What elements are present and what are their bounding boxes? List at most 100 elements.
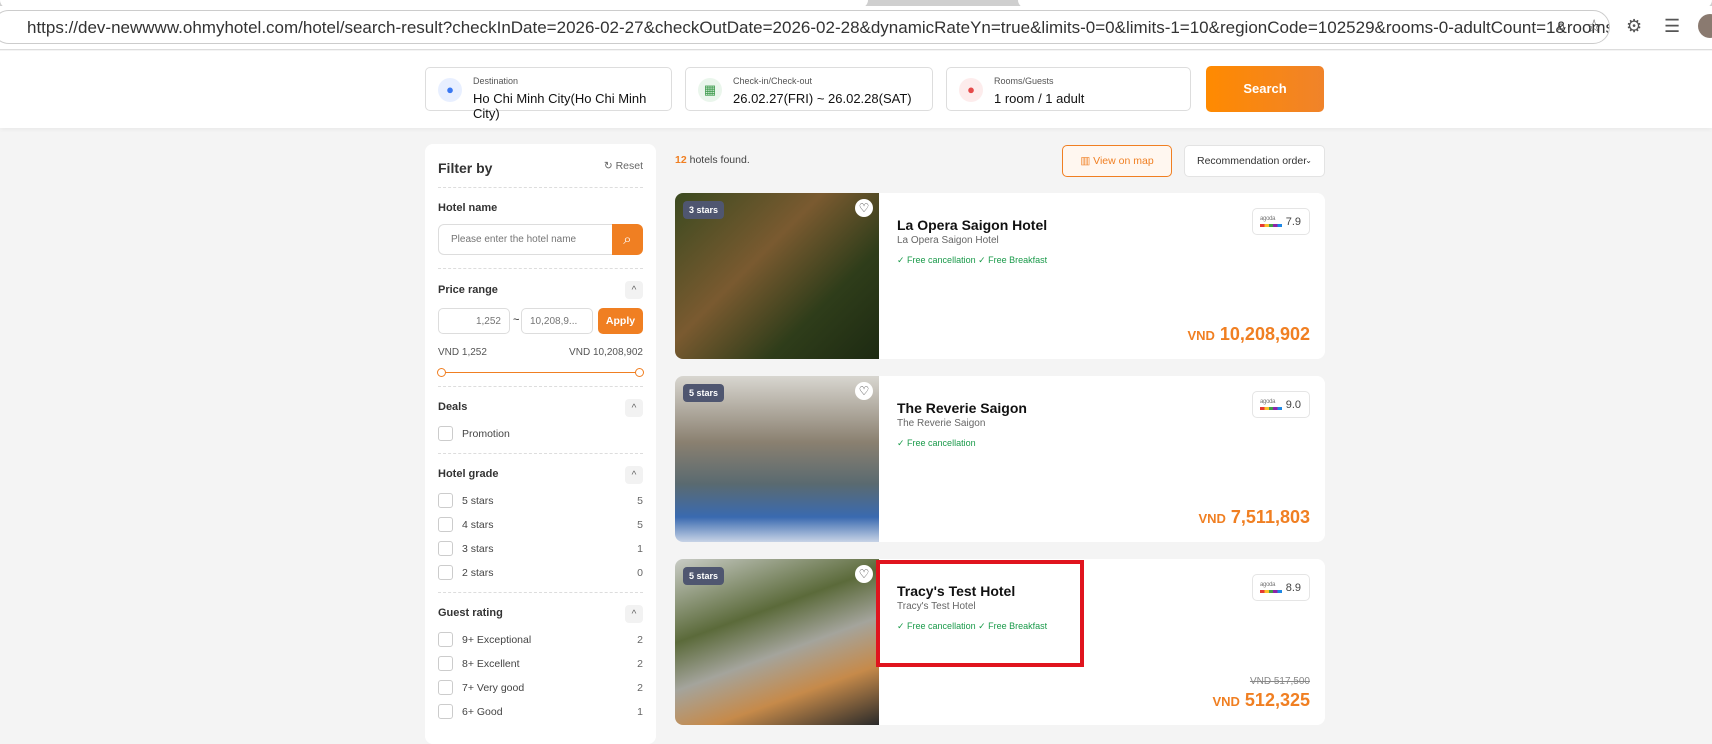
search-button[interactable]: Search [1206, 66, 1324, 112]
address-bar[interactable]: https://dev-newwww.ohmyhotel.com/hotel/s… [0, 10, 1610, 44]
collapse-deals-button[interactable]: ^ [625, 399, 643, 417]
star-badge: 3 stars [683, 201, 725, 219]
favorites-icon[interactable]: ☰ [1664, 16, 1680, 37]
grade-label: 3 stars [462, 543, 494, 555]
promotion-checkbox[interactable] [438, 426, 453, 441]
location-pin-icon: ● [438, 78, 462, 102]
guest-rating-label: Guest rating [438, 607, 503, 619]
rating-label: 9+ Exceptional [462, 634, 532, 646]
rooms-guests-field[interactable]: ● Rooms/Guests 1 room / 1 adult [946, 67, 1191, 111]
grade-checkbox[interactable] [438, 565, 453, 580]
price-currency: VND [1187, 328, 1215, 343]
dates-label: Check-in/Check-out [733, 76, 813, 86]
favorite-heart-icon[interactable]: ♡ [855, 199, 873, 217]
hotel-search-button[interactable]: ⌕ [612, 224, 643, 255]
destination-value: Ho Chi Minh City(Ho Chi Minh City) [473, 91, 647, 121]
rating-score: 8.9 [1285, 582, 1301, 594]
zoom-icon[interactable]: ⌕ [1556, 16, 1566, 37]
grade-checkbox[interactable] [438, 517, 453, 532]
price-amount: 512,325 [1244, 690, 1310, 710]
reset-button[interactable]: ↻ Reset [604, 160, 643, 172]
grade-checkbox[interactable] [438, 493, 453, 508]
star-badge: 5 stars [683, 384, 725, 402]
grade-checkbox[interactable] [438, 541, 453, 556]
hotel-price: VND 10,208,902 [1187, 324, 1310, 345]
price-slider-min-handle[interactable] [437, 368, 446, 377]
grade-count: 1 [637, 543, 643, 555]
collapse-rating-button[interactable]: ^ [625, 605, 643, 623]
hotel-card[interactable]: 3 stars ♡ La Opera Saigon Hotel La Opera… [675, 193, 1325, 359]
rating-checkbox[interactable] [438, 704, 453, 719]
results-count-suffix: hotels found. [686, 154, 750, 166]
grade-count: 5 [637, 519, 643, 531]
rating-label: 7+ Very good [462, 682, 525, 694]
chevron-up-icon: ^ [631, 403, 637, 414]
hotel-card[interactable]: 5 stars ♡ The Reverie Saigon The Reverie… [675, 376, 1325, 542]
grade-count: 0 [637, 567, 643, 579]
collapse-price-button[interactable]: ^ [625, 281, 643, 299]
price-amount: 7,511,803 [1230, 507, 1310, 527]
browser-toolbar: https://dev-newwww.ohmyhotel.com/hotel/s… [0, 6, 1712, 50]
price-slider-track [442, 372, 639, 373]
profile-avatar[interactable] [1698, 14, 1712, 38]
hotel-price: VND 7,511,803 [1198, 507, 1310, 528]
person-icon: ● [959, 78, 983, 102]
price-separator: ~ [513, 314, 520, 326]
destination-field[interactable]: ● Destination Ho Chi Minh City(Ho Chi Mi… [425, 67, 672, 121]
hotel-grade-label: Hotel grade [438, 468, 499, 480]
hotel-features: ✓ Free cancellation [897, 438, 976, 448]
bookmark-star-icon[interactable]: ☆ [1586, 16, 1602, 37]
rating-label: 6+ Good [462, 706, 503, 718]
chevron-up-icon: ^ [631, 285, 637, 296]
hotel-subname: The Reverie Saigon [897, 418, 986, 429]
search-icon: ⌕ [623, 231, 632, 248]
chevron-up-icon: ^ [631, 470, 637, 481]
hotel-name-label: Hotel name [438, 202, 498, 214]
highlight-box [876, 560, 1084, 667]
hotel-features: ✓ Free cancellation ✓ Free Breakfast [897, 255, 1048, 265]
rating-count: 2 [637, 658, 643, 670]
favorite-heart-icon[interactable]: ♡ [855, 382, 873, 400]
grade-label: 5 stars [462, 495, 494, 507]
sort-dropdown[interactable]: Recommendation order ⌄ [1184, 145, 1325, 177]
favorite-heart-icon[interactable]: ♡ [855, 565, 873, 583]
destination-label: Destination [473, 76, 519, 86]
refresh-icon: ↻ [603, 160, 616, 172]
rating-checkbox[interactable] [438, 680, 453, 695]
price-min-input[interactable] [438, 308, 510, 334]
rating-box: agoda 8.9 [1252, 574, 1310, 601]
chevron-up-icon: ^ [631, 609, 637, 620]
rating-label: 8+ Excellent [462, 658, 520, 670]
dates-field[interactable]: ▦ Check-in/Check-out 26.02.27(FRI) ~ 26.… [685, 67, 933, 111]
star-badge: 5 stars [683, 567, 725, 585]
sort-label: Recommendation order [1197, 155, 1307, 167]
price-amount: 10,208,902 [1219, 324, 1310, 344]
price-range-label: Price range [438, 284, 498, 296]
hotel-name[interactable]: La Opera Saigon Hotel [897, 217, 1047, 233]
hotel-name-input[interactable] [438, 224, 613, 255]
price-min-text: VND 1,252 [438, 347, 487, 358]
filter-title: Filter by [438, 160, 493, 176]
rooms-label: Rooms/Guests [994, 76, 1054, 86]
rating-checkbox[interactable] [438, 656, 453, 671]
price-max-input[interactable] [521, 308, 593, 334]
view-on-map-button[interactable]: ▥ View on map [1062, 145, 1172, 177]
agoda-logo: agoda [1260, 399, 1276, 405]
chevron-down-icon: ⌄ [1305, 156, 1312, 165]
grade-count: 5 [637, 495, 643, 507]
rating-checkbox[interactable] [438, 632, 453, 647]
calendar-icon: ▦ [698, 78, 722, 102]
deals-label: Deals [438, 401, 468, 413]
original-price: VND 517,500 [1249, 676, 1310, 687]
hotel-name[interactable]: The Reverie Saigon [897, 400, 1027, 416]
rating-score: 9.0 [1285, 399, 1301, 411]
rating-count: 1 [637, 706, 643, 718]
filter-panel: Filter by ↻ Reset Hotel name ⌕ Price ran… [425, 144, 656, 744]
extensions-icon[interactable]: ⚙ [1626, 16, 1642, 37]
price-slider-max-handle[interactable] [635, 368, 644, 377]
grade-label: 4 stars [462, 519, 494, 531]
apply-price-button[interactable]: Apply [598, 308, 643, 334]
grade-label: 2 stars [462, 567, 494, 579]
agoda-logo: agoda [1260, 582, 1276, 588]
collapse-grade-button[interactable]: ^ [625, 466, 643, 484]
